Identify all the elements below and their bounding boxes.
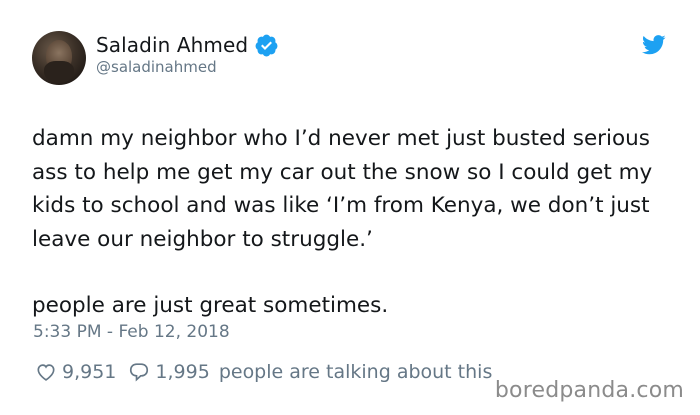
engagement-bar: 9,951 1,995 people are talking about thi… [35,358,492,386]
talking-label[interactable]: people are talking about this [219,361,493,383]
verified-badge-icon [255,34,278,56]
avatar[interactable] [32,31,86,85]
name-row: Saladin Ahmed [96,30,279,60]
tweet-paragraph: people are just great sometimes. [32,293,389,319]
user-handle[interactable]: @saladinahmed [96,58,217,76]
heart-icon[interactable] [35,361,57,383]
tweet-text: damn my neighbor who I’d never met just … [32,122,682,323]
tweet-timestamp[interactable]: 5:33 PM - Feb 12, 2018 [33,322,230,342]
like-count: 9,951 [62,361,117,383]
watermark: boredpanda.com [494,378,684,403]
speech-bubble-icon[interactable] [128,361,150,383]
avatar-beard [44,61,74,83]
tweet-paragraph: damn my neighbor who I’d never met just … [32,126,653,252]
display-name[interactable]: Saladin Ahmed [96,33,248,57]
twitter-bird-icon[interactable] [642,35,666,55]
reply-count: 1,995 [155,361,210,383]
